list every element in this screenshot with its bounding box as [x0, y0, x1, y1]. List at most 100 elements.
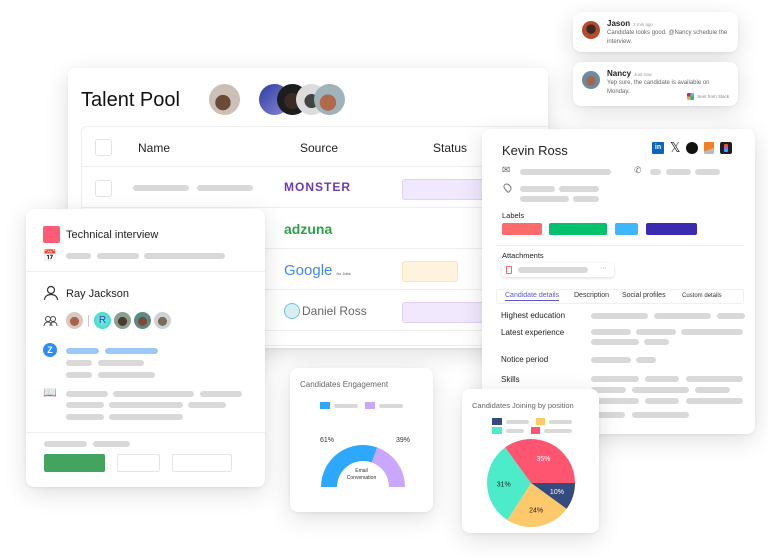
- chat-message-text: Candidate looks good. @Nancy schedule th…: [607, 30, 728, 45]
- field-label-experience: Latest experience: [501, 328, 565, 337]
- tab-custom-details[interactable]: Custom details: [682, 293, 722, 299]
- position-pie-chart: 10% 24% 31% 35%: [487, 439, 575, 527]
- label-tag[interactable]: [502, 223, 542, 235]
- name-placeholder: [197, 185, 253, 191]
- legend-label-placeholder: [544, 428, 572, 433]
- engagement-gauge: [321, 445, 405, 487]
- divider: [26, 432, 265, 433]
- location-placeholder: [520, 196, 569, 202]
- meeting-link-placeholder[interactable]: [105, 348, 158, 354]
- label-tag[interactable]: [549, 223, 607, 235]
- legend-label-placeholder: [334, 403, 358, 408]
- status-badge[interactable]: [402, 179, 492, 200]
- column-header-status[interactable]: Status: [433, 141, 467, 155]
- skill-placeholder: [695, 387, 730, 393]
- label-tag[interactable]: [646, 223, 697, 235]
- participant-avatar: [154, 312, 171, 329]
- status-badge[interactable]: [402, 302, 492, 323]
- email-icon: ✉: [502, 165, 511, 176]
- gauge-center-label-conversation: Conversation: [346, 475, 377, 481]
- team-avatars[interactable]: [259, 84, 345, 115]
- location-placeholder: [573, 196, 599, 202]
- participant-avatar: [134, 312, 151, 329]
- avatar: [582, 71, 600, 89]
- field-value-placeholder: [636, 329, 676, 335]
- date-placeholder: [144, 253, 225, 259]
- interview-title: Technical interview: [66, 229, 159, 241]
- candidate-name: Kevin Ross: [502, 143, 568, 158]
- tertiary-action-button[interactable]: [172, 454, 232, 472]
- referrer-avatar: [284, 303, 300, 319]
- notes-placeholder: [109, 414, 183, 420]
- column-header-source[interactable]: Source: [300, 141, 338, 155]
- legend-label-placeholder: [549, 419, 572, 424]
- user-icon: [43, 285, 59, 301]
- source-logo-monster: MONSTER: [284, 180, 351, 194]
- legend-swatch-conversation: [365, 402, 375, 409]
- chat-message[interactable]: Jason 3 min ago Candidate looks good. @Na…: [573, 12, 738, 52]
- meeting-link-placeholder[interactable]: [66, 348, 99, 354]
- legend-swatch: [530, 427, 541, 434]
- legend-label-placeholder: [505, 428, 524, 433]
- github-icon[interactable]: [686, 142, 699, 154]
- skill-placeholder: [686, 376, 743, 382]
- meeting-placeholder: [98, 360, 144, 366]
- linkedin-icon[interactable]: in: [652, 142, 664, 154]
- participants[interactable]: R: [66, 312, 171, 329]
- position-chart-title: Candidates Joining by position: [472, 401, 574, 410]
- column-header-name[interactable]: Name: [138, 141, 170, 155]
- owner-avatar[interactable]: [209, 84, 240, 115]
- tab-candidate-details[interactable]: Candidate details: [505, 292, 560, 301]
- phone-placeholder: [666, 169, 691, 175]
- chat-author: Nancy: [607, 69, 632, 78]
- slack-icon: [687, 93, 695, 100]
- stackoverflow-icon[interactable]: [704, 142, 715, 154]
- secondary-action-button[interactable]: [117, 454, 160, 472]
- legend-swatch: [535, 418, 546, 425]
- field-value-placeholder: [636, 357, 656, 363]
- gauge-center-label-email: Email: [355, 468, 368, 474]
- table-row[interactable]: MONSTER: [82, 168, 550, 208]
- skill-placeholder: [632, 412, 689, 418]
- footer-placeholder: [44, 441, 87, 447]
- footer-placeholder: [93, 441, 130, 447]
- skill-placeholder: [645, 376, 679, 382]
- chat-timestamp: 3 min ago: [633, 22, 653, 27]
- more-options-icon[interactable]: ⋯: [600, 264, 607, 272]
- filename-placeholder: [518, 267, 588, 273]
- row-checkbox[interactable]: [95, 180, 112, 197]
- notes-placeholder: [109, 402, 183, 408]
- select-all-checkbox[interactable]: [95, 139, 112, 156]
- field-value-placeholder: [591, 313, 648, 319]
- avatar: [582, 21, 600, 39]
- field-label-skills: Skills: [501, 375, 520, 384]
- book-icon: 📖: [43, 387, 57, 399]
- x-icon[interactable]: 𝕏: [670, 141, 680, 154]
- social-links: in 𝕏: [652, 141, 733, 154]
- notes-placeholder: [66, 414, 104, 420]
- email-placeholder: [520, 169, 611, 175]
- meeting-placeholder: [66, 360, 92, 366]
- date-placeholder: [66, 253, 91, 259]
- chat-message[interactable]: Nancy Just now Yep sure, the candidate is…: [573, 62, 738, 106]
- field-label-notice-period: Notice period: [501, 355, 549, 364]
- tab-social-profiles[interactable]: Social profiles: [622, 292, 666, 299]
- attachment-file[interactable]: ⋯: [502, 263, 614, 277]
- legend-label-placeholder: [379, 403, 403, 408]
- notes-placeholder: [113, 391, 194, 397]
- source-logo-adzuna: adzuna: [284, 221, 333, 237]
- figma-icon[interactable]: [720, 142, 733, 154]
- label-tag[interactable]: [615, 223, 638, 235]
- phone-placeholder: [695, 169, 720, 175]
- skill-placeholder: [591, 376, 639, 382]
- google-logo-text: Google: [284, 262, 333, 279]
- zoom-icon: Z: [43, 343, 57, 357]
- source-logo-google: Google for Jobs: [284, 262, 351, 279]
- pie-data-label: 24%: [529, 507, 543, 514]
- notes-placeholder: [200, 391, 242, 397]
- engagement-chart-card: Candidates Engagement 61% 39% Email Conv…: [290, 368, 433, 512]
- divider: [26, 271, 265, 272]
- status-badge[interactable]: [402, 261, 458, 282]
- tab-description[interactable]: Description: [574, 292, 609, 299]
- primary-action-button[interactable]: [44, 454, 105, 472]
